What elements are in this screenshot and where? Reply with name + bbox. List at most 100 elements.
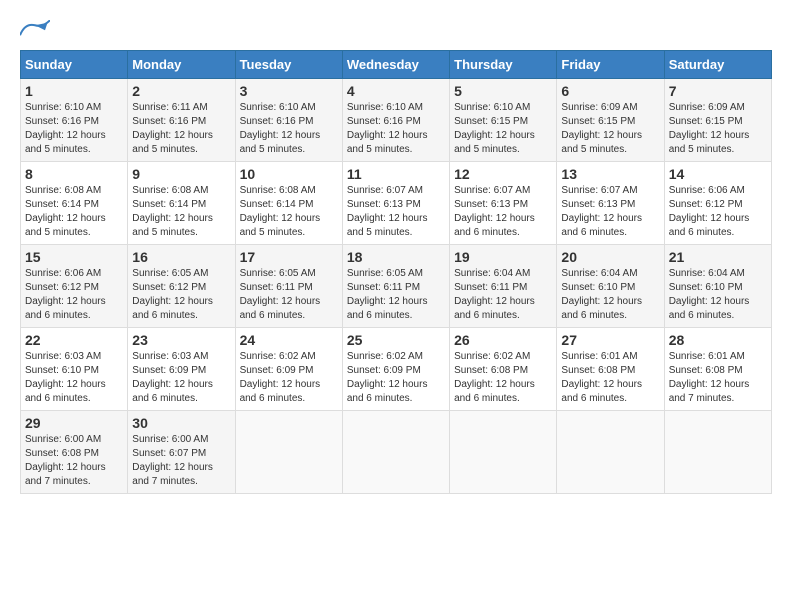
day-number: 20 <box>561 249 659 265</box>
calendar-cell: 17 Sunrise: 6:05 AMSunset: 6:11 PMDayligh… <box>235 245 342 328</box>
calendar-cell <box>450 411 557 494</box>
day-info: Sunrise: 6:00 AMSunset: 6:07 PMDaylight:… <box>132 433 230 489</box>
calendar-cell: 3Sunrise: 6:10 AMSunset: 6:16 PMDaylight… <box>235 79 342 162</box>
calendar-cell: 11 Sunrise: 6:07 AMSunset: 6:13 PMDayligh… <box>342 162 449 245</box>
day-number: 6 <box>561 83 659 99</box>
day-info: Sunrise: 6:04 AMSunset: 6:10 PMDaylight:… <box>669 267 767 323</box>
day-info: Sunrise: 6:02 AMSunset: 6:08 PMDaylight:… <box>454 350 552 406</box>
calendar-week-1: 8 Sunrise: 6:08 AMSunset: 6:14 PMDaylight… <box>21 162 772 245</box>
calendar-table: SundayMondayTuesdayWednesdayThursdayFrid… <box>20 50 772 494</box>
day-number: 17 <box>240 249 338 265</box>
day-number: 23 <box>132 332 230 348</box>
calendar-week-0: 1Sunrise: 6:10 AMSunset: 6:16 PMDaylight… <box>21 79 772 162</box>
day-info: Sunrise: 6:09 AMSunset: 6:15 PMDaylight:… <box>669 101 767 157</box>
day-info: Sunrise: 6:10 AMSunset: 6:16 PMDaylight:… <box>347 101 445 157</box>
logo-icon <box>20 20 50 38</box>
calendar-cell: 7 Sunrise: 6:09 AMSunset: 6:15 PMDaylight… <box>664 79 771 162</box>
day-info: Sunrise: 6:02 AMSunset: 6:09 PMDaylight:… <box>240 350 338 406</box>
day-info: Sunrise: 6:02 AMSunset: 6:09 PMDaylight:… <box>347 350 445 406</box>
calendar-cell: 1Sunrise: 6:10 AMSunset: 6:16 PMDaylight… <box>21 79 128 162</box>
day-info: Sunrise: 6:01 AMSunset: 6:08 PMDaylight:… <box>669 350 767 406</box>
calendar-cell: 30Sunrise: 6:00 AMSunset: 6:07 PMDayligh… <box>128 411 235 494</box>
day-info: Sunrise: 6:11 AMSunset: 6:16 PMDaylight:… <box>132 101 230 157</box>
day-number: 10 <box>240 166 338 182</box>
day-info: Sunrise: 6:10 AMSunset: 6:16 PMDaylight:… <box>25 101 123 157</box>
day-info: Sunrise: 6:00 AMSunset: 6:08 PMDaylight:… <box>25 433 123 489</box>
day-number: 13 <box>561 166 659 182</box>
day-number: 25 <box>347 332 445 348</box>
day-info: Sunrise: 6:06 AMSunset: 6:12 PMDaylight:… <box>25 267 123 323</box>
day-info: Sunrise: 6:10 AMSunset: 6:15 PMDaylight:… <box>454 101 552 157</box>
calendar-header-row: SundayMondayTuesdayWednesdayThursdayFrid… <box>21 51 772 79</box>
header-sunday: Sunday <box>21 51 128 79</box>
header-saturday: Saturday <box>664 51 771 79</box>
day-info: Sunrise: 6:08 AMSunset: 6:14 PMDaylight:… <box>240 184 338 240</box>
day-number: 2 <box>132 83 230 99</box>
calendar-cell: 24Sunrise: 6:02 AMSunset: 6:09 PMDayligh… <box>235 328 342 411</box>
calendar-cell: 2 Sunrise: 6:11 AMSunset: 6:16 PMDaylight… <box>128 79 235 162</box>
calendar-cell: 10 Sunrise: 6:08 AMSunset: 6:14 PMDayligh… <box>235 162 342 245</box>
calendar-week-3: 22 Sunrise: 6:03 AMSunset: 6:10 PMDayligh… <box>21 328 772 411</box>
day-info: Sunrise: 6:07 AMSunset: 6:13 PMDaylight:… <box>561 184 659 240</box>
day-info: Sunrise: 6:08 AMSunset: 6:14 PMDaylight:… <box>25 184 123 240</box>
day-number: 15 <box>25 249 123 265</box>
calendar-cell: 9 Sunrise: 6:08 AMSunset: 6:14 PMDaylight… <box>128 162 235 245</box>
calendar-cell: 23 Sunrise: 6:03 AMSunset: 6:09 PMDayligh… <box>128 328 235 411</box>
day-number: 8 <box>25 166 123 182</box>
day-info: Sunrise: 6:03 AMSunset: 6:09 PMDaylight:… <box>132 350 230 406</box>
header <box>20 20 772 40</box>
day-info: Sunrise: 6:07 AMSunset: 6:13 PMDaylight:… <box>347 184 445 240</box>
calendar-cell: 19 Sunrise: 6:04 AMSunset: 6:11 PMDayligh… <box>450 245 557 328</box>
calendar-cell <box>235 411 342 494</box>
day-number: 22 <box>25 332 123 348</box>
calendar-cell: 13 Sunrise: 6:07 AMSunset: 6:13 PMDayligh… <box>557 162 664 245</box>
calendar-cell: 5 Sunrise: 6:10 AMSunset: 6:15 PMDaylight… <box>450 79 557 162</box>
calendar-cell: 6 Sunrise: 6:09 AMSunset: 6:15 PMDaylight… <box>557 79 664 162</box>
header-thursday: Thursday <box>450 51 557 79</box>
calendar-cell: 14 Sunrise: 6:06 AMSunset: 6:12 PMDayligh… <box>664 162 771 245</box>
day-number: 29 <box>25 415 123 431</box>
calendar-week-2: 15 Sunrise: 6:06 AMSunset: 6:12 PMDayligh… <box>21 245 772 328</box>
day-number: 7 <box>669 83 767 99</box>
day-number: 9 <box>132 166 230 182</box>
day-info: Sunrise: 6:06 AMSunset: 6:12 PMDaylight:… <box>669 184 767 240</box>
day-number: 21 <box>669 249 767 265</box>
calendar-cell: 15 Sunrise: 6:06 AMSunset: 6:12 PMDayligh… <box>21 245 128 328</box>
calendar-cell <box>664 411 771 494</box>
calendar-cell <box>342 411 449 494</box>
day-number: 5 <box>454 83 552 99</box>
calendar-cell: 25 Sunrise: 6:02 AMSunset: 6:09 PMDayligh… <box>342 328 449 411</box>
calendar-cell: 26 Sunrise: 6:02 AMSunset: 6:08 PMDayligh… <box>450 328 557 411</box>
day-info: Sunrise: 6:04 AMSunset: 6:11 PMDaylight:… <box>454 267 552 323</box>
logo <box>20 20 50 40</box>
day-info: Sunrise: 6:08 AMSunset: 6:14 PMDaylight:… <box>132 184 230 240</box>
day-number: 18 <box>347 249 445 265</box>
day-number: 11 <box>347 166 445 182</box>
day-info: Sunrise: 6:03 AMSunset: 6:10 PMDaylight:… <box>25 350 123 406</box>
header-tuesday: Tuesday <box>235 51 342 79</box>
calendar-cell: 18Sunrise: 6:05 AMSunset: 6:11 PMDayligh… <box>342 245 449 328</box>
day-number: 12 <box>454 166 552 182</box>
calendar-cell: 21 Sunrise: 6:04 AMSunset: 6:10 PMDayligh… <box>664 245 771 328</box>
day-number: 27 <box>561 332 659 348</box>
day-info: Sunrise: 6:07 AMSunset: 6:13 PMDaylight:… <box>454 184 552 240</box>
day-info: Sunrise: 6:01 AMSunset: 6:08 PMDaylight:… <box>561 350 659 406</box>
day-number: 19 <box>454 249 552 265</box>
calendar-week-4: 29 Sunrise: 6:00 AMSunset: 6:08 PMDayligh… <box>21 411 772 494</box>
day-number: 14 <box>669 166 767 182</box>
day-info: Sunrise: 6:05 AMSunset: 6:11 PMDaylight:… <box>240 267 338 323</box>
day-info: Sunrise: 6:10 AMSunset: 6:16 PMDaylight:… <box>240 101 338 157</box>
day-number: 28 <box>669 332 767 348</box>
calendar-cell: 12 Sunrise: 6:07 AMSunset: 6:13 PMDayligh… <box>450 162 557 245</box>
header-friday: Friday <box>557 51 664 79</box>
day-info: Sunrise: 6:05 AMSunset: 6:12 PMDaylight:… <box>132 267 230 323</box>
header-wednesday: Wednesday <box>342 51 449 79</box>
calendar-cell: 27 Sunrise: 6:01 AMSunset: 6:08 PMDayligh… <box>557 328 664 411</box>
day-info: Sunrise: 6:04 AMSunset: 6:10 PMDaylight:… <box>561 267 659 323</box>
day-number: 26 <box>454 332 552 348</box>
day-number: 4 <box>347 83 445 99</box>
calendar-cell: 16Sunrise: 6:05 AMSunset: 6:12 PMDayligh… <box>128 245 235 328</box>
day-info: Sunrise: 6:09 AMSunset: 6:15 PMDaylight:… <box>561 101 659 157</box>
calendar-cell: 28 Sunrise: 6:01 AMSunset: 6:08 PMDayligh… <box>664 328 771 411</box>
calendar-cell <box>557 411 664 494</box>
